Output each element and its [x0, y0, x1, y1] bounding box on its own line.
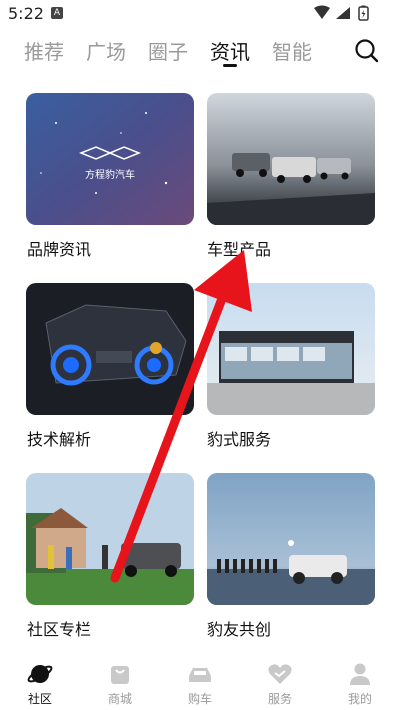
planet-icon: [27, 665, 53, 683]
co-creation-image: [207, 473, 375, 605]
nav-buy-car-label: 购车: [187, 692, 212, 706]
wifi-icon: [314, 5, 330, 19]
card-label-co-creation: 豹友共创: [207, 620, 272, 639]
status-bar: 5:22 A: [0, 0, 400, 28]
card-service[interactable]: [207, 283, 375, 415]
search-icon[interactable]: [354, 38, 380, 68]
card-label-brand-news: 品牌资讯: [27, 240, 92, 259]
top-tabs: 推荐 广场 圈子 资讯 智能: [0, 32, 400, 72]
status-time: 5:22: [8, 4, 44, 23]
heart-handshake-icon: [268, 664, 292, 684]
card-label-community: 社区专栏: [27, 620, 92, 639]
card-tech-analysis[interactable]: [26, 283, 194, 415]
nav-mall-label: 商城: [107, 692, 132, 706]
user-icon: [350, 663, 370, 685]
tab-square[interactable]: 广场: [86, 36, 126, 65]
nav-community[interactable]: 社区: [10, 652, 70, 707]
nav-mall[interactable]: 商城: [90, 652, 150, 707]
shopping-bag-icon: [111, 666, 129, 684]
service-image: [207, 283, 375, 415]
nav-buy-car[interactable]: 购车: [170, 652, 230, 707]
notification-icon: A: [51, 7, 63, 19]
tech-analysis-image: [26, 283, 194, 415]
card-label-service: 豹式服务: [207, 430, 272, 449]
card-co-creation[interactable]: [207, 473, 375, 605]
nav-community-label: 社区: [27, 692, 52, 706]
status-icons: [310, 5, 390, 25]
tab-news[interactable]: 资讯: [210, 36, 250, 65]
nav-profile[interactable]: 我的: [330, 652, 390, 707]
battery-icon: [358, 5, 369, 21]
card-label-vehicle-products: 车型产品: [207, 240, 272, 259]
tab-circle[interactable]: 圈子: [148, 36, 188, 65]
card-community[interactable]: [26, 473, 194, 605]
tab-smart[interactable]: 智能: [272, 36, 312, 65]
brand-news-image: 方程豹汽车: [26, 93, 194, 225]
tab-active-indicator: [223, 64, 237, 67]
card-vehicle-products[interactable]: [207, 93, 375, 225]
nav-service-label: 服务: [267, 692, 292, 706]
nav-service[interactable]: 服务: [250, 652, 310, 707]
community-image: [26, 473, 194, 605]
nav-profile-label: 我的: [347, 692, 372, 706]
vehicle-products-image: [207, 93, 375, 225]
card-label-tech-analysis: 技术解析: [27, 430, 92, 449]
car-icon: [189, 668, 211, 682]
card-brand-news[interactable]: 方程豹汽车: [26, 93, 194, 225]
brand-logo-text: 方程豹汽车: [85, 170, 135, 181]
tab-recommend[interactable]: 推荐: [24, 36, 64, 65]
bottom-nav: 社区 商城 购车 服务 我的: [0, 652, 400, 710]
signal-icon: [336, 7, 350, 19]
